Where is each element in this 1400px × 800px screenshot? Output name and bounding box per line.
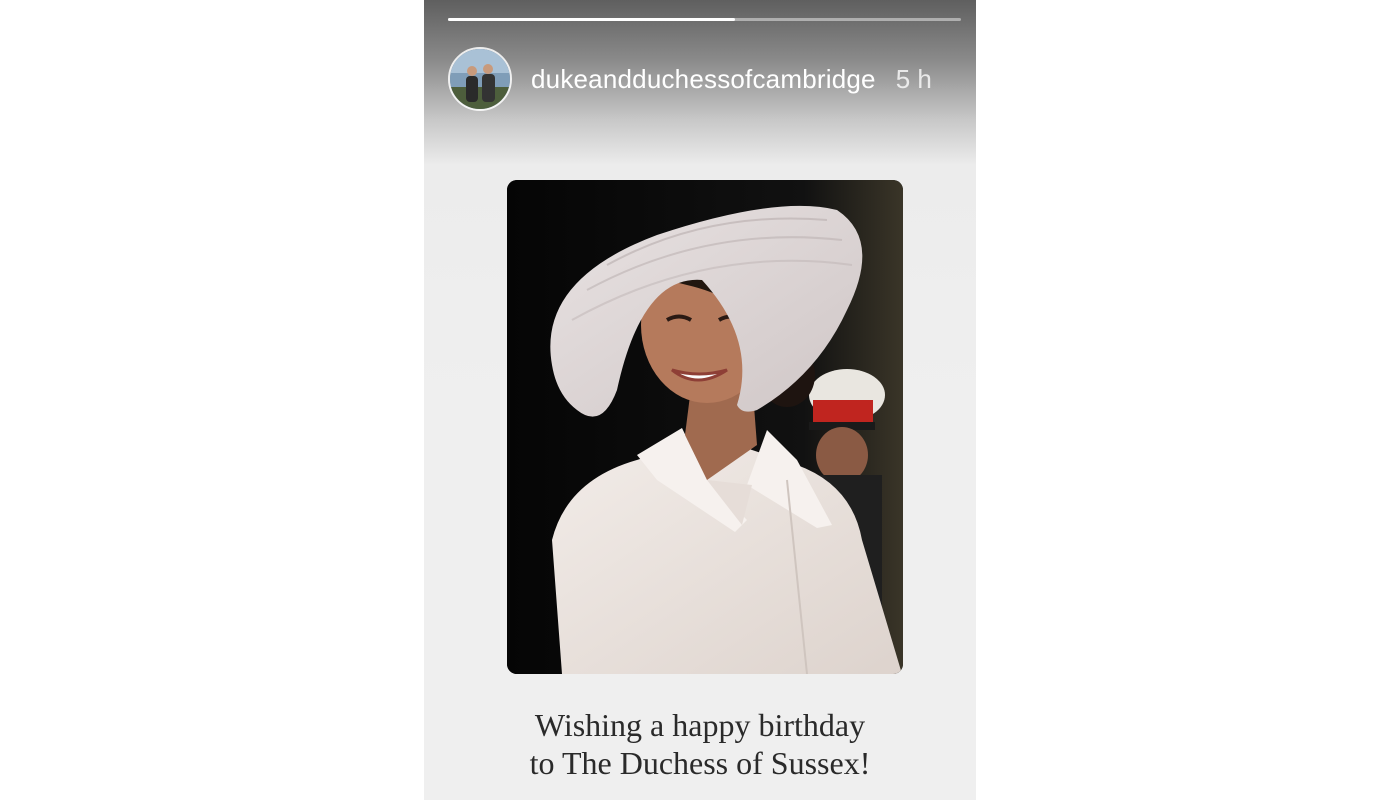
story-timestamp: 5 h bbox=[895, 63, 932, 94]
story-progress-bar bbox=[448, 18, 961, 21]
story-image bbox=[507, 180, 903, 674]
profile-avatar[interactable] bbox=[448, 47, 512, 111]
story-progress-fill bbox=[448, 18, 736, 21]
story-header: dukeandduchessofcambridge 5 h bbox=[448, 46, 961, 112]
portrait-photo-icon bbox=[507, 180, 903, 674]
story-viewer[interactable]: dukeandduchessofcambridge 5 h Wishing a … bbox=[424, 0, 976, 800]
story-username[interactable]: dukeandduchessofcambridge bbox=[531, 64, 876, 95]
story-caption: Wishing a happy birthday to The Duchess … bbox=[424, 706, 976, 782]
caption-line-1: Wishing a happy birthday bbox=[534, 707, 866, 743]
caption-line-2: to The Duchess of Sussex! bbox=[529, 745, 871, 781]
avatar-photo-icon bbox=[450, 49, 510, 109]
